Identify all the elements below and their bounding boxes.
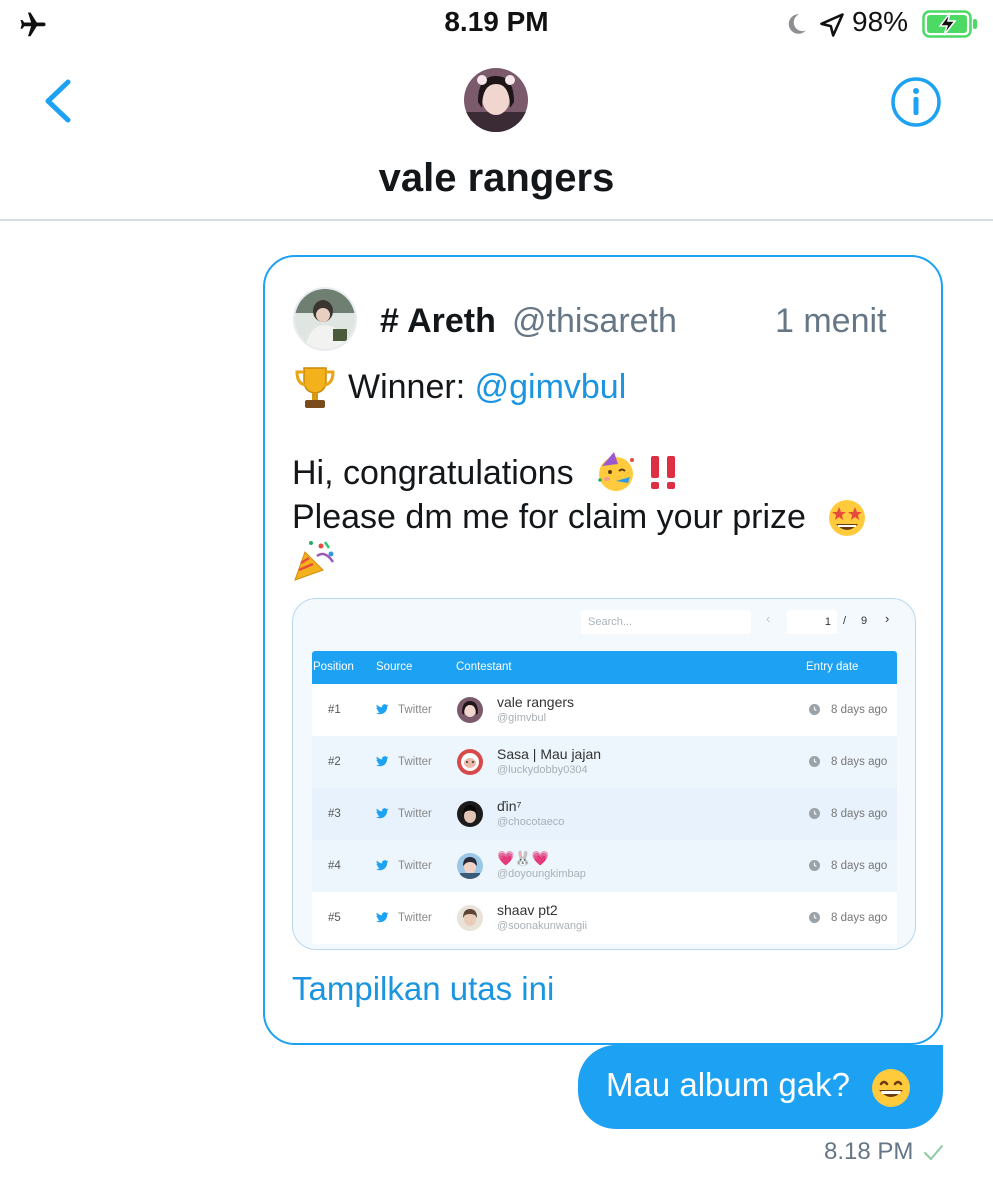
party-popper-emoji xyxy=(294,541,335,581)
row-entry-date: 8 days ago xyxy=(831,704,888,716)
contestant-name: Sasa | Mau jajan xyxy=(497,746,602,762)
table-row: #1 Twitter vale rangers @gimvbul 8 days … xyxy=(312,684,897,736)
chevron-left-icon[interactable] xyxy=(40,78,76,124)
clock-icon xyxy=(809,704,820,715)
row-source: Twitter xyxy=(398,912,432,924)
message-text: Mau album gak? xyxy=(606,1066,850,1103)
battery-percent: 98% xyxy=(852,6,909,37)
winner-label: Winner: xyxy=(348,368,475,406)
winner-line: Winner: @gimvbul xyxy=(348,368,626,407)
column-header-contestant: Contestant xyxy=(456,661,512,673)
row-position: #3 xyxy=(328,808,341,820)
row-position: #4 xyxy=(328,860,341,872)
page-input[interactable]: 1 xyxy=(787,610,837,634)
clock-icon xyxy=(809,860,820,871)
table-row: #4 Twitter 💗🐰💗 @doyoungkimbap 8 days ago xyxy=(312,840,897,892)
twitter-bird-icon xyxy=(376,704,389,715)
congrats-text: Hi, congratulations xyxy=(292,454,574,492)
row-position: #2 xyxy=(328,756,341,768)
winner-mention-link[interactable]: @gimvbul xyxy=(475,368,627,406)
battery-charging-icon xyxy=(922,10,977,38)
star-struck-emoji xyxy=(829,500,865,536)
row-entry-date: 8 days ago xyxy=(831,756,888,768)
avatar[interactable] xyxy=(464,68,528,132)
trophy-icon xyxy=(295,367,335,408)
row-entry-date: 8 days ago xyxy=(831,860,888,872)
clock-icon xyxy=(809,912,820,923)
contestant-name: shaav pt2 xyxy=(497,902,558,918)
twitter-bird-icon xyxy=(376,860,389,871)
row-position: #1 xyxy=(328,704,341,716)
claim-text: Please dm me for claim your prize xyxy=(292,498,806,536)
contestant-avatar xyxy=(457,905,483,931)
chevron-right-icon[interactable]: › xyxy=(885,611,889,626)
column-header-source: Source xyxy=(376,661,413,673)
contestant-avatar xyxy=(457,853,483,879)
header-divider xyxy=(0,219,993,221)
contestant-avatar xyxy=(457,801,483,827)
contestant-handle: @gimvbul xyxy=(497,712,547,724)
row-entry-date: 8 days ago xyxy=(831,808,888,820)
show-thread-link[interactable]: Tampilkan utas ini xyxy=(292,970,554,1008)
row-source: Twitter xyxy=(398,808,432,820)
column-header-position: Position xyxy=(313,661,354,673)
chat-title: vale rangers xyxy=(378,156,615,200)
location-arrow-icon xyxy=(820,13,844,37)
grinning-face-emoji xyxy=(872,1069,910,1107)
row-position: #5 xyxy=(328,912,341,924)
clock-icon xyxy=(809,756,820,767)
row-source: Twitter xyxy=(398,704,432,716)
sent-message-bubble[interactable]: Mau album gak? xyxy=(578,1045,943,1129)
column-header-entry-date: Entry date xyxy=(806,661,859,673)
contestant-handle: @chocotaeco xyxy=(497,816,565,828)
contestant-name: ďin⁷ xyxy=(497,798,522,814)
contestant-handle: @doyoungkimbap xyxy=(497,868,586,880)
table-row: #5 Twitter shaav pt2 @soonakunwangii 8 d… xyxy=(312,892,897,944)
tweet-author-avatar[interactable] xyxy=(293,287,357,351)
page-total: 9 xyxy=(861,615,868,627)
tweet-time: 1 menit xyxy=(775,302,887,340)
info-icon[interactable] xyxy=(890,76,942,128)
contestant-avatar xyxy=(457,749,483,775)
tweet-author-name[interactable]: # Areth xyxy=(380,302,496,341)
table-row: #3 Twitter ďin⁷ @chocotaeco 8 days ago xyxy=(312,788,897,840)
search-input[interactable]: Search... xyxy=(581,610,751,634)
partying-face-emoji xyxy=(598,452,634,491)
double-exclamation-emoji xyxy=(651,456,675,489)
contestant-avatar xyxy=(457,697,483,723)
row-source: Twitter xyxy=(398,860,432,872)
checkmark-icon xyxy=(924,1145,943,1160)
twitter-bird-icon xyxy=(376,808,389,819)
page-separator: / xyxy=(843,615,847,627)
message-time: 8.18 PM xyxy=(824,1138,914,1165)
table-header: Position Source Contestant Entry date xyxy=(312,651,897,684)
contestant-name: vale rangers xyxy=(497,694,575,710)
row-source: Twitter xyxy=(398,756,432,768)
moon-icon xyxy=(788,14,806,34)
contestant-name: 💗🐰💗 xyxy=(497,850,550,866)
twitter-bird-icon xyxy=(376,912,389,923)
clock-icon xyxy=(809,808,820,819)
contestant-handle: @soonakunwangii xyxy=(497,920,588,932)
row-entry-date: 8 days ago xyxy=(831,912,888,924)
embedded-leaderboard-image[interactable]: Search... ‹ 1 / 9 › Position Source Cont… xyxy=(292,598,916,950)
table-row: #2 Twitter Sasa | Mau jajan @luckydobby0… xyxy=(312,736,897,788)
contestant-handle: @luckydobby0304 xyxy=(497,764,588,776)
twitter-bird-icon xyxy=(376,756,389,767)
chevron-left-icon[interactable]: ‹ xyxy=(766,611,770,626)
tweet-author-handle[interactable]: @thisareth xyxy=(512,302,677,341)
